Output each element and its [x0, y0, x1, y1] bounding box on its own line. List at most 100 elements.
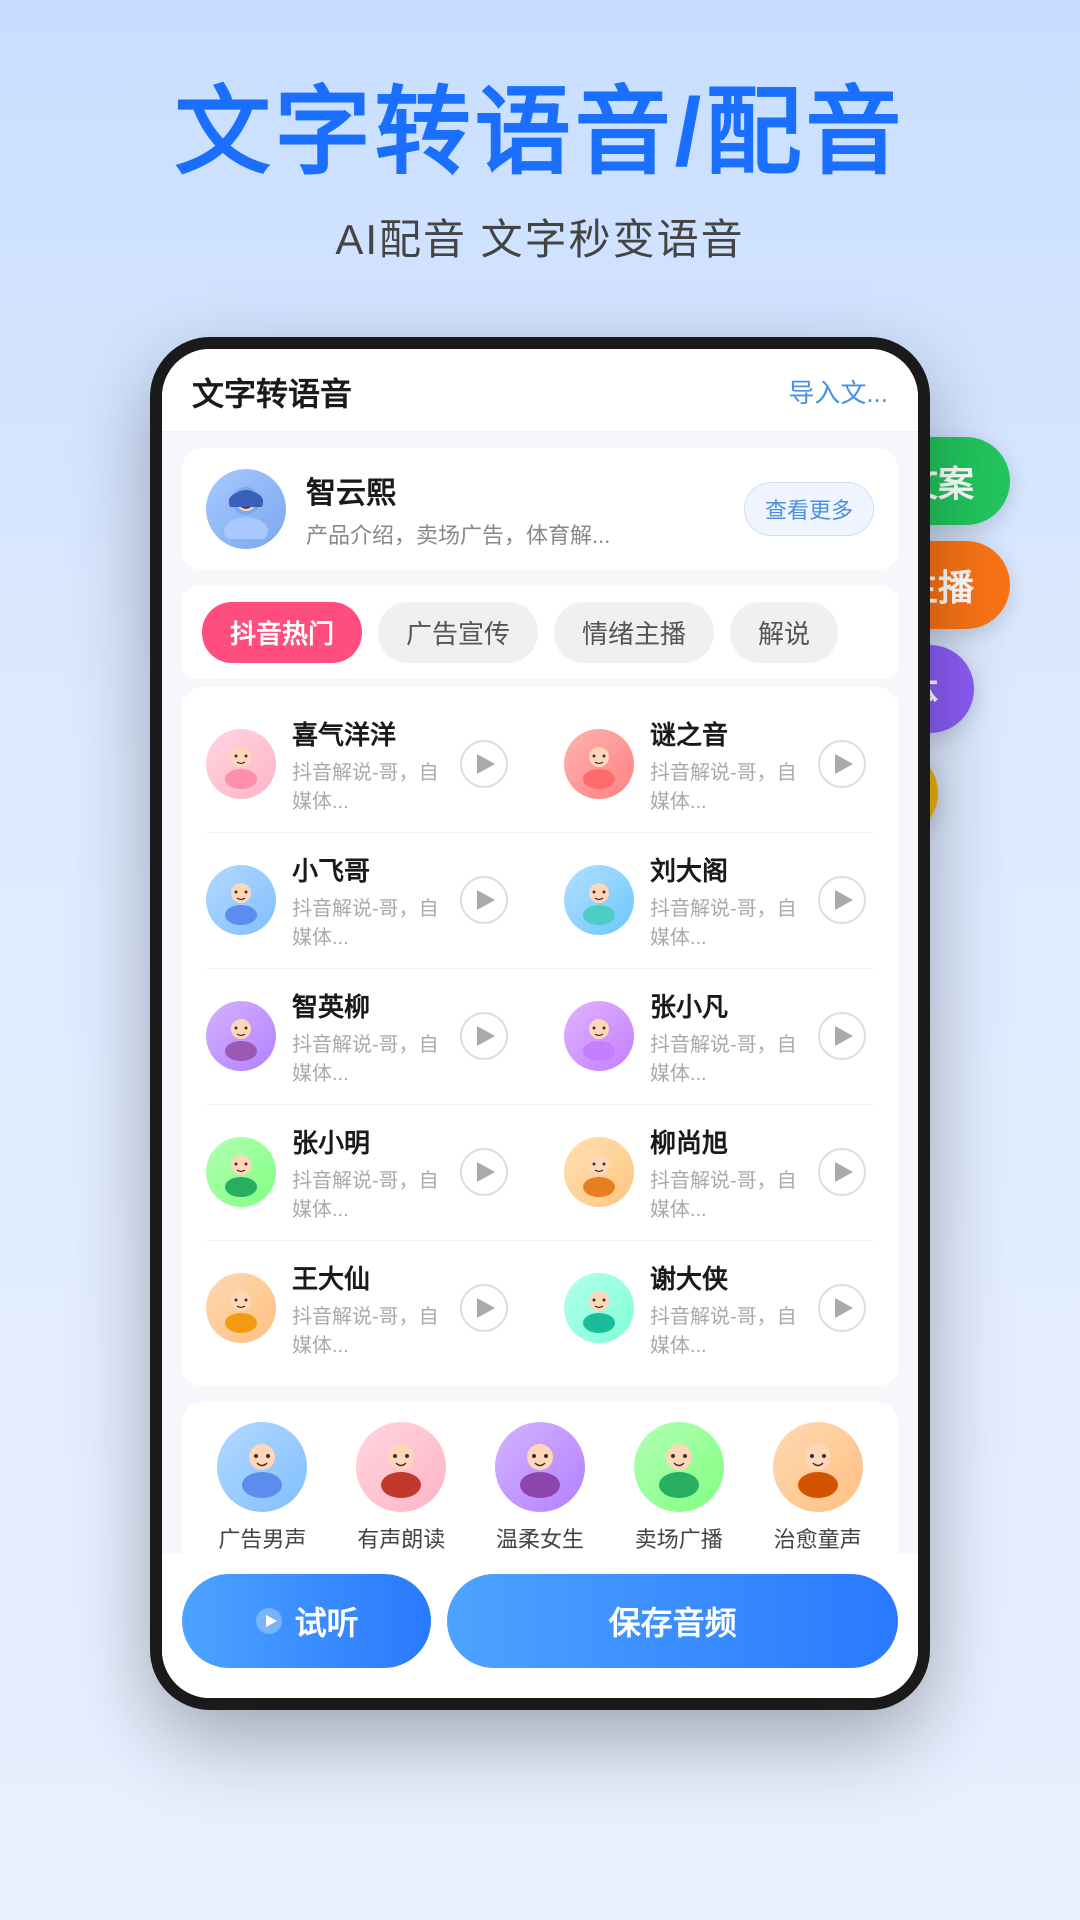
- voice-list-row-4: 张小明 抖音解说-哥，自媒体... 柳尚旭 抖音解说-哥，自媒体...: [182, 1105, 898, 1240]
- selector-name-4: 卖场广播: [635, 1522, 723, 1554]
- voice-name-3: 小飞哥: [292, 851, 444, 888]
- play-button-2[interactable]: [818, 740, 866, 788]
- phone-frame: 文字转语音 导入文... 智云熙: [150, 337, 930, 1710]
- selector-name-3: 温柔女生: [496, 1522, 584, 1554]
- voice-tags-3: 抖音解说-哥，自媒体...: [292, 892, 444, 950]
- voice-name-7: 张小明: [292, 1123, 444, 1160]
- voice-avatar-1: [206, 729, 276, 799]
- voice-info-1: 喜气洋洋 抖音解说-哥，自媒体...: [292, 715, 444, 814]
- voice-list-row-5: 王大仙 抖音解说-哥，自媒体... 谢大侠 抖音解说-哥，自媒体...: [182, 1241, 898, 1376]
- play-button-7[interactable]: [460, 1148, 508, 1196]
- hero-title: 文字转语音/配音: [40, 80, 1040, 186]
- voice-list-card: 喜气洋洋 抖音解说-哥，自媒体... 谜之音 抖音解说-哥，自媒体...: [182, 687, 898, 1386]
- voice-tags-9: 抖音解说-哥，自媒体...: [292, 1300, 444, 1358]
- save-button[interactable]: 保存音频: [447, 1574, 898, 1668]
- voice-tags-7: 抖音解说-哥，自媒体...: [292, 1164, 444, 1222]
- voice-name-5: 智英柳: [292, 987, 444, 1024]
- voice-profile-info: 智云熙 产品介绍，卖场广告，体育解...: [306, 468, 724, 550]
- voice-tags-1: 抖音解说-哥，自媒体...: [292, 756, 444, 814]
- voice-info-5: 智英柳 抖音解说-哥，自媒体...: [292, 987, 444, 1086]
- tab-ad[interactable]: 广告宣传: [378, 602, 538, 663]
- voice-info-2: 谜之音 抖音解说-哥，自媒体...: [650, 715, 802, 814]
- play-button-6[interactable]: [818, 1012, 866, 1060]
- play-button-10[interactable]: [818, 1284, 866, 1332]
- voice-info-10: 谢大侠 抖音解说-哥，自媒体...: [650, 1259, 802, 1358]
- voice-item-10[interactable]: 谢大侠 抖音解说-哥，自媒体...: [540, 1241, 898, 1376]
- voice-name-2: 谜之音: [650, 715, 802, 752]
- voice-avatar-8: [564, 1137, 634, 1207]
- voice-profile-avatar: [206, 469, 286, 549]
- selector-name-1: 广告男声: [218, 1522, 306, 1554]
- voice-name-4: 刘大阁: [650, 851, 802, 888]
- phone-container: 场景文案 海量主播 自媒体 阅读 文字转语音 导入文...: [90, 337, 990, 1710]
- voice-tags-6: 抖音解说-哥，自媒体...: [650, 1028, 802, 1086]
- voice-name-8: 柳尚旭: [650, 1123, 802, 1160]
- tab-bar: 抖音热门 广告宣传 情绪主播 解说: [182, 586, 898, 679]
- hero-subtitle: AI配音 文字秒变语音: [40, 206, 1040, 267]
- voice-name-10: 谢大侠: [650, 1259, 802, 1296]
- voice-name-9: 王大仙: [292, 1259, 444, 1296]
- voice-avatar-2: [564, 729, 634, 799]
- selector-item-3[interactable]: 温柔女生: [476, 1422, 605, 1554]
- voice-avatar-3: [206, 865, 276, 935]
- bottom-voice-selector: 广告男声 有声朗读 温柔女生: [182, 1402, 898, 1554]
- voice-tags-10: 抖音解说-哥，自媒体...: [650, 1300, 802, 1358]
- voice-list-row-3: 智英柳 抖音解说-哥，自媒体... 张小凡 抖音解说-哥，自媒体...: [182, 969, 898, 1104]
- voice-avatar-5: [206, 1001, 276, 1071]
- voice-item-6[interactable]: 张小凡 抖音解说-哥，自媒体...: [540, 969, 898, 1104]
- voice-tags-2: 抖音解说-哥，自媒体...: [650, 756, 802, 814]
- voice-item-2[interactable]: 谜之音 抖音解说-哥，自媒体...: [540, 697, 898, 832]
- voice-info-4: 刘大阁 抖音解说-哥，自媒体...: [650, 851, 802, 950]
- selector-item-2[interactable]: 有声朗读: [337, 1422, 466, 1554]
- play-button-1[interactable]: [460, 740, 508, 788]
- play-button-3[interactable]: [460, 876, 508, 924]
- play-button-8[interactable]: [818, 1148, 866, 1196]
- voice-info-7: 张小明 抖音解说-哥，自媒体...: [292, 1123, 444, 1222]
- voice-tags-5: 抖音解说-哥，自媒体...: [292, 1028, 444, 1086]
- voice-item-7[interactable]: 张小明 抖音解说-哥，自媒体...: [182, 1105, 540, 1240]
- play-button-9[interactable]: [460, 1284, 508, 1332]
- selector-item-1[interactable]: 广告男声: [198, 1422, 327, 1554]
- voice-list-row-2: 小飞哥 抖音解说-哥，自媒体... 刘大阁 抖音解说-哥，自媒体...: [182, 833, 898, 968]
- voice-avatar-9: [206, 1273, 276, 1343]
- voice-item-5[interactable]: 智英柳 抖音解说-哥，自媒体...: [182, 969, 540, 1104]
- phone-topbar-title: 文字转语音: [192, 369, 352, 415]
- hero-section: 文字转语音/配音 AI配音 文字秒变语音: [0, 0, 1080, 307]
- preview-button[interactable]: 试听: [182, 1574, 431, 1668]
- voice-avatar-4: [564, 865, 634, 935]
- voice-item-3[interactable]: 小飞哥 抖音解说-哥，自媒体...: [182, 833, 540, 968]
- voice-avatar-6: [564, 1001, 634, 1071]
- tab-emotion[interactable]: 情绪主播: [554, 602, 714, 663]
- voice-info-8: 柳尚旭 抖音解说-哥，自媒体...: [650, 1123, 802, 1222]
- voice-profile-card[interactable]: 智云熙 产品介绍，卖场广告，体育解... 查看更多: [182, 448, 898, 570]
- voice-avatar-7: [206, 1137, 276, 1207]
- voice-avatar-10: [564, 1273, 634, 1343]
- voice-more-button[interactable]: 查看更多: [744, 482, 874, 536]
- voice-item-4[interactable]: 刘大阁 抖音解说-哥，自媒体...: [540, 833, 898, 968]
- voice-list-row-1: 喜气洋洋 抖音解说-哥，自媒体... 谜之音 抖音解说-哥，自媒体...: [182, 697, 898, 832]
- selector-item-4[interactable]: 卖场广播: [614, 1422, 743, 1554]
- selector-avatar-3: [495, 1422, 585, 1512]
- play-button-4[interactable]: [818, 876, 866, 924]
- voice-name-1: 喜气洋洋: [292, 715, 444, 752]
- voice-tags-8: 抖音解说-哥，自媒体...: [650, 1164, 802, 1222]
- voice-profile-name: 智云熙: [306, 468, 724, 512]
- play-button-5[interactable]: [460, 1012, 508, 1060]
- voice-item-9[interactable]: 王大仙 抖音解说-哥，自媒体...: [182, 1241, 540, 1376]
- voice-tags-4: 抖音解说-哥，自媒体...: [650, 892, 802, 950]
- selector-avatar-1: [217, 1422, 307, 1512]
- selector-item-5[interactable]: 治愈童声: [753, 1422, 882, 1554]
- tab-douyin[interactable]: 抖音热门: [202, 602, 362, 663]
- tab-commentary[interactable]: 解说: [730, 602, 838, 663]
- voice-item-8[interactable]: 柳尚旭 抖音解说-哥，自媒体...: [540, 1105, 898, 1240]
- voice-item-1[interactable]: 喜气洋洋 抖音解说-哥，自媒体...: [182, 697, 540, 832]
- selector-name-2: 有声朗读: [357, 1522, 445, 1554]
- phone-topbar-action[interactable]: 导入文...: [788, 373, 888, 410]
- selector-name-5: 治愈童声: [774, 1522, 862, 1554]
- voice-info-9: 王大仙 抖音解说-哥，自媒体...: [292, 1259, 444, 1358]
- phone-topbar: 文字转语音 导入文...: [162, 349, 918, 432]
- voice-info-6: 张小凡 抖音解说-哥，自媒体...: [650, 987, 802, 1086]
- voice-profile-desc: 产品介绍，卖场广告，体育解...: [306, 518, 724, 550]
- selector-avatar-2: [356, 1422, 446, 1512]
- selector-avatar-4: [634, 1422, 724, 1512]
